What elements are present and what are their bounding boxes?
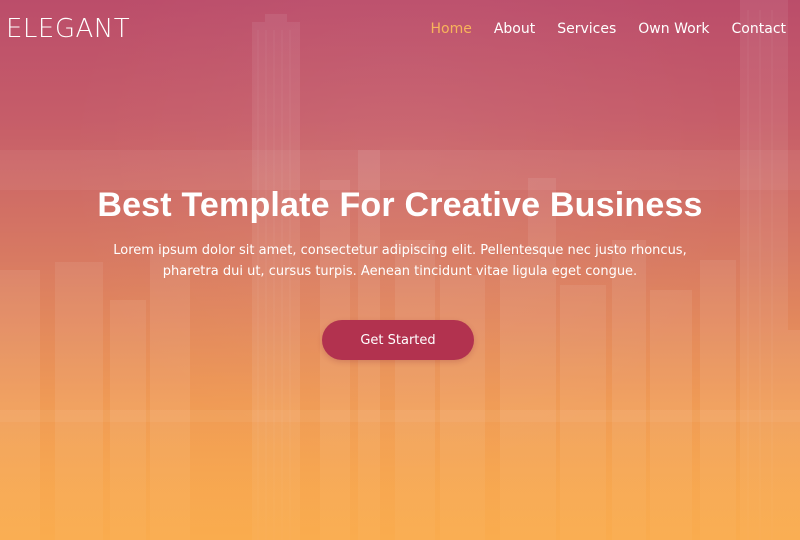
nav-item-about[interactable]: About bbox=[494, 21, 535, 37]
hero-description: Lorem ipsum dolor sit amet, consectetur … bbox=[100, 240, 700, 282]
nav-item-own-work[interactable]: Own Work bbox=[638, 21, 709, 37]
hero-description-line-2: pharetra dui ut, cursus turpis. Aenean t… bbox=[162, 264, 638, 279]
nav-item-contact[interactable]: Contact bbox=[732, 21, 786, 37]
main-nav: Home About Services Own Work Contact bbox=[430, 21, 786, 37]
nav-item-home[interactable]: Home bbox=[430, 21, 471, 37]
get-started-button[interactable]: Get Started bbox=[322, 320, 474, 360]
hero-title: Best Template For Creative Business bbox=[97, 186, 703, 224]
site-logo[interactable]: ELEGANT bbox=[6, 14, 130, 44]
nav-item-services[interactable]: Services bbox=[557, 21, 616, 37]
hero-description-line-1: Lorem ipsum dolor sit amet, consectetur … bbox=[113, 243, 687, 258]
